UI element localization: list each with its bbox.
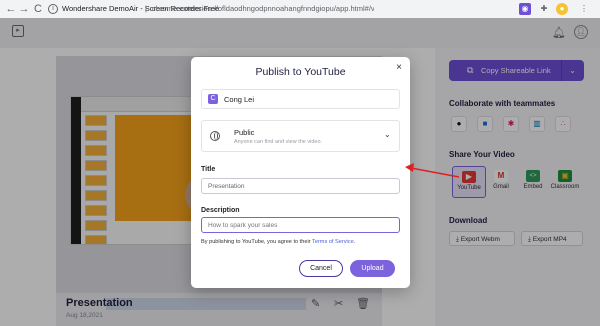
title-label: Title bbox=[201, 166, 216, 173]
terms-of-service-link[interactable]: Terms of Service bbox=[312, 239, 354, 245]
title-input[interactable] bbox=[201, 178, 400, 194]
account-avatar: C bbox=[208, 94, 218, 104]
forward-icon[interactable]: → bbox=[17, 2, 31, 16]
dialog-title: Publish to YouTube bbox=[255, 66, 346, 78]
youtube-account-selector[interactable]: C Cong Lei bbox=[201, 89, 400, 109]
privacy-description: Anyone can find and view the video. bbox=[234, 139, 323, 145]
privacy-dropdown[interactable]: Public Anyone can find and view the vide… bbox=[201, 120, 400, 152]
profile-avatar-icon[interactable]: ● bbox=[556, 3, 568, 15]
extensions-puzzle-icon[interactable]: ✚ bbox=[538, 3, 550, 15]
globe-icon bbox=[210, 131, 220, 141]
terms-notice: By publishing to YouTube, you agree to t… bbox=[201, 239, 355, 245]
close-icon[interactable]: × bbox=[394, 63, 404, 73]
privacy-value: Public bbox=[234, 128, 255, 137]
account-name: Cong Lei bbox=[224, 95, 255, 104]
description-label: Description bbox=[201, 207, 240, 214]
reload-icon[interactable]: C bbox=[31, 2, 45, 16]
cancel-button[interactable]: Cancel bbox=[299, 260, 343, 277]
browser-toolbar: ← → C i Wondershare DemoAir - Screen Rec… bbox=[0, 0, 600, 19]
description-input[interactable] bbox=[201, 217, 400, 233]
back-icon[interactable]: ← bbox=[4, 2, 18, 16]
url-separator: | bbox=[145, 4, 147, 13]
terms-prefix: By publishing to YouTube, you agree to t… bbox=[201, 239, 313, 245]
publish-youtube-dialog: Publish to YouTube × C Cong Lei Public A… bbox=[191, 57, 410, 288]
chevron-down-icon: ⌄ bbox=[384, 130, 391, 139]
terms-suffix: . bbox=[353, 239, 356, 245]
demoair-extension-icon[interactable]: ◉ bbox=[519, 3, 531, 15]
upload-button[interactable]: Upload bbox=[350, 260, 395, 277]
browser-menu-icon[interactable]: ⋮ bbox=[578, 3, 590, 15]
site-info-icon[interactable]: i bbox=[48, 4, 58, 14]
address-bar[interactable]: chrome-extension://ofldaodhngodpnnoahang… bbox=[152, 3, 374, 15]
annotation-arrow bbox=[405, 163, 460, 178]
